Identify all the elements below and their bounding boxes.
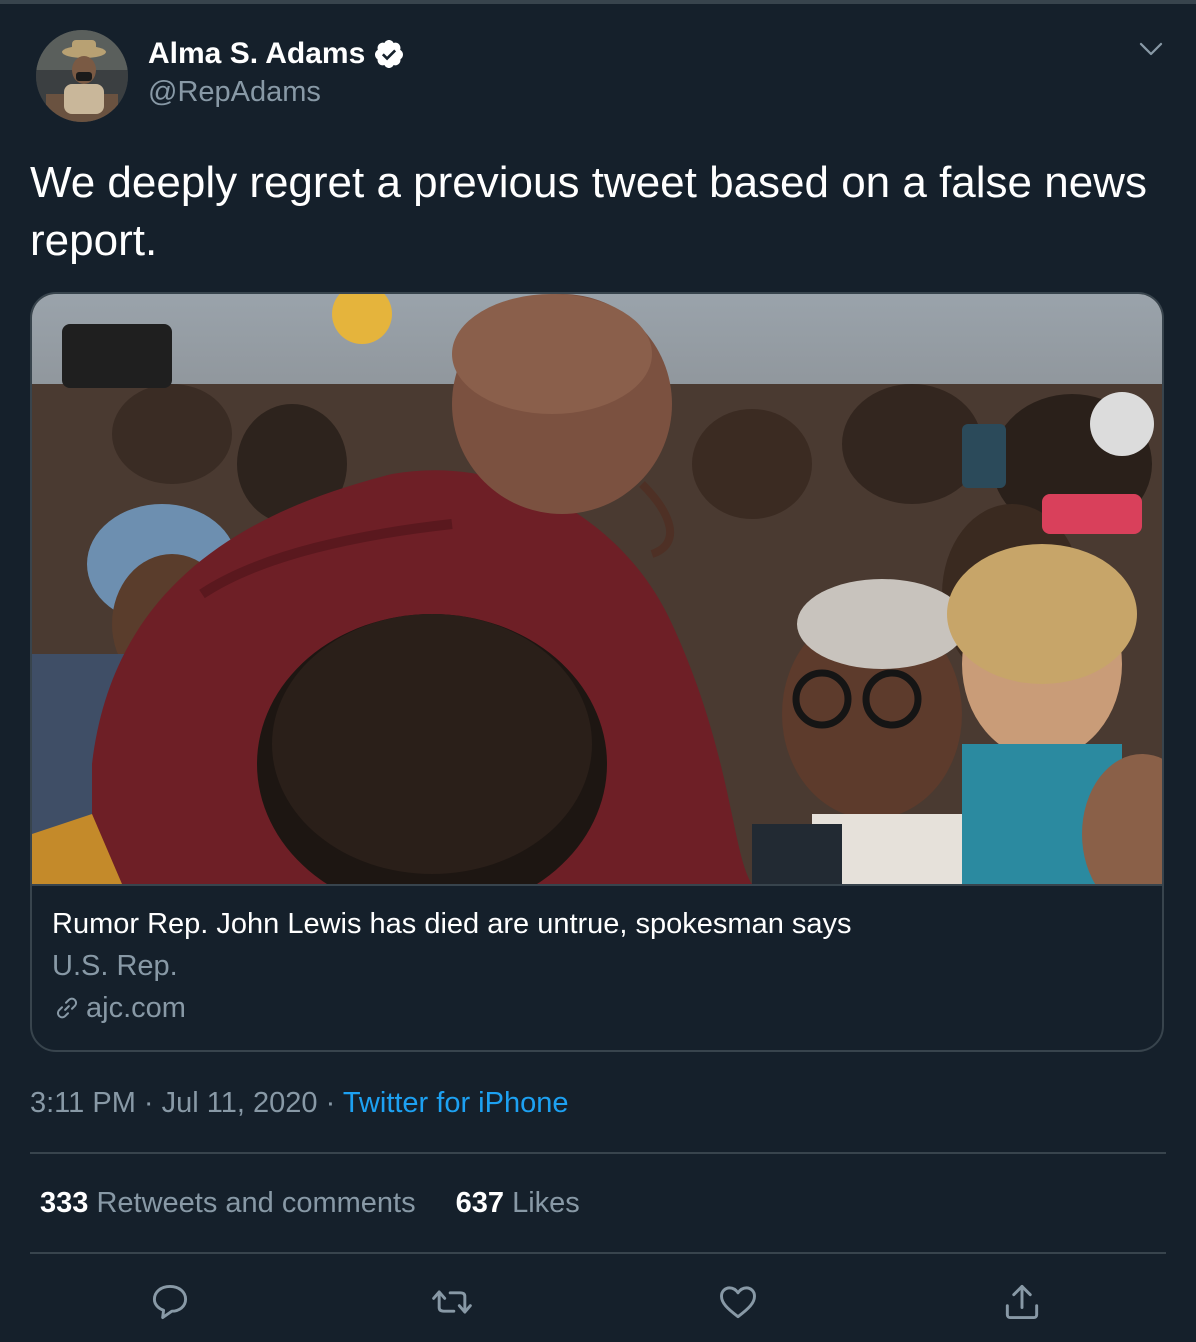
likes-count: 637 [455,1187,504,1219]
card-title[interactable]: Rumor Rep. John Lewis has died are untru… [52,906,852,942]
meta-separator: · [143,1087,154,1119]
likes-stat[interactable]: 637 Likes [456,1184,580,1222]
verified-badge-icon [375,40,404,68]
meta-separator: · [325,1087,336,1119]
card-domain: ajc.com [86,992,186,1024]
author-handle[interactable]: @RepAdams [148,74,321,110]
avatar[interactable] [36,30,128,122]
divider [30,1152,1166,1154]
link-icon [56,997,78,1019]
link-card[interactable]: Rumor Rep. John Lewis has died are untru… [30,292,1164,1052]
author-display-name[interactable]: Alma S. Adams [148,36,365,72]
reply-icon[interactable] [148,1280,192,1324]
card-domain-row[interactable]: ajc.com [52,990,186,1026]
retweet-icon[interactable] [430,1280,474,1324]
tweet-time[interactable]: 3:11 PM [30,1087,136,1119]
tweet-text: We deeply regret a previous tweet based … [30,158,1147,265]
retweets-label: Retweets and comments [96,1187,416,1219]
divider [30,1252,1166,1254]
heart-icon[interactable] [716,1280,760,1324]
author-name-row[interactable]: Alma S. Adams [148,36,405,72]
tweet-date[interactable]: Jul 11, 2020 [162,1087,318,1119]
card-photo [32,294,1162,914]
retweets-count: 333 [40,1187,89,1219]
avatar-image [36,30,128,122]
card-description: U.S. Rep. [52,950,178,982]
retweets-stat[interactable]: 333 Retweets and comments [40,1184,416,1222]
share-icon[interactable] [1000,1280,1044,1324]
top-divider [0,0,1196,4]
chevron-down-icon[interactable] [1136,34,1166,64]
likes-label: Likes [512,1187,580,1219]
tweet-source-link[interactable]: Twitter for iPhone [343,1087,569,1119]
card-image[interactable] [32,294,1162,914]
tweet-stats: 333 Retweets and comments 637 Likes [40,1184,580,1222]
tweet-meta: 3:11 PM · Jul 11, 2020 · Twitter for iPh… [30,1084,568,1122]
